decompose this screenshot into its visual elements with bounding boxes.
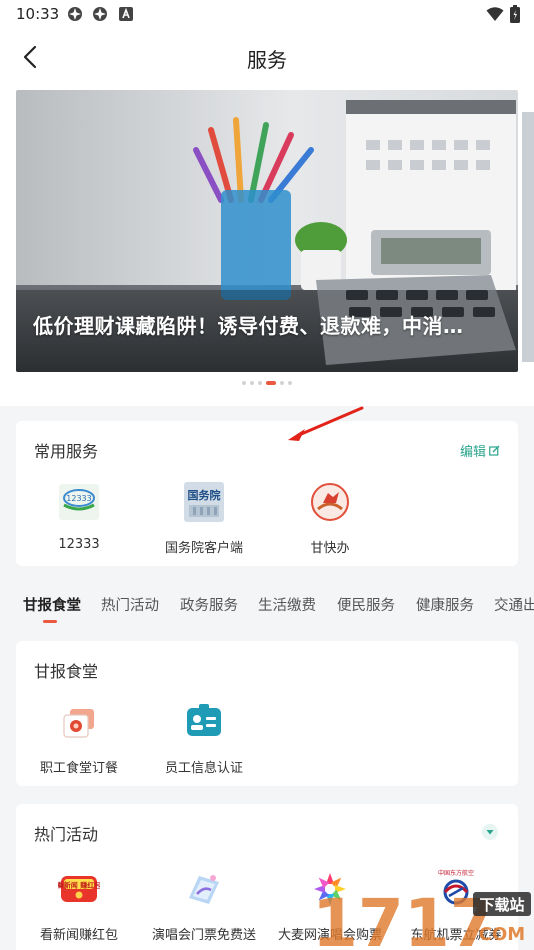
common-services-card: 常用服务 编辑 12333 12333 国务院 国务院客户端 甘快办: [16, 421, 518, 566]
watermark-sub: 下载站: [479, 896, 524, 914]
status-bar: 10:33: [0, 0, 534, 28]
tab-canteen[interactable]: 甘报食堂: [23, 594, 81, 615]
annotation-arrow-icon: [288, 406, 364, 441]
canteen-title: 甘报食堂: [34, 662, 99, 681]
tab-transport[interactable]: 交通出行: [494, 594, 534, 615]
carousel-dot[interactable]: [288, 381, 292, 385]
news-red-packet-icon: 看新闻 赚红包: [57, 876, 101, 902]
category-tabs: 甘报食堂 热门活动 政务服务 生活缴费 便民服务 健康服务 交通出行: [0, 586, 534, 626]
canteen-card: 甘报食堂 职工食堂订餐 员工信息认证: [16, 641, 518, 786]
id-card-icon: [187, 704, 221, 736]
carousel-dot-active[interactable]: [266, 381, 276, 385]
status-time: 10:33: [16, 5, 60, 23]
service-label: 甘快办: [310, 541, 350, 556]
common-services-title: 常用服务: [34, 442, 99, 461]
tab-government[interactable]: 政务服务: [180, 594, 238, 615]
app-notification-icon: [68, 7, 82, 21]
service-gankuaiban[interactable]: 甘快办: [255, 481, 405, 556]
battery-icon: [510, 5, 520, 23]
wifi-icon: [486, 7, 504, 21]
12333-logo-icon: 12333: [59, 484, 99, 520]
banner-carousel[interactable]: 低价理财课藏陷阱！诱导付费、退款难，中消…: [16, 90, 518, 372]
edit-button[interactable]: 编辑: [460, 441, 500, 460]
service-employee-verify[interactable]: 员工信息认证: [129, 701, 279, 776]
a-notification-icon: [119, 7, 133, 21]
service-label: 员工信息认证: [164, 761, 243, 776]
china-eastern-icon-text: 中国东方航空: [438, 869, 474, 877]
next-banner-peek: [522, 112, 534, 362]
edit-icon: [489, 445, 500, 456]
site-watermark-logo: 1717 下载站 COM: [312, 885, 531, 950]
carousel-dot[interactable]: [250, 381, 254, 385]
watermark-domain: COM: [479, 924, 525, 945]
edit-label: 编辑: [459, 445, 486, 460]
page-title: 服务: [247, 48, 287, 72]
tab-hot-activities[interactable]: 热门活动: [101, 594, 159, 615]
chevron-down-icon: [486, 830, 494, 835]
status-right: [486, 5, 520, 23]
gankuaiban-logo-icon: [311, 483, 349, 521]
nav-bar: 服务: [0, 28, 534, 86]
state-council-icon-text: 国务院: [188, 488, 221, 502]
tab-health[interactable]: 健康服务: [416, 594, 474, 615]
expand-button[interactable]: [482, 824, 498, 840]
hot-activities-title: 热门活动: [34, 825, 99, 844]
carousel-dot[interactable]: [258, 381, 262, 385]
carousel-dot[interactable]: [280, 381, 284, 385]
app-notification-icon: [93, 7, 107, 21]
svg-text:12333: 12333: [66, 494, 91, 503]
meal-order-icon: [63, 709, 94, 738]
carousel-indicator: [0, 381, 534, 385]
active-tab-indicator: [43, 620, 57, 623]
tab-utilities[interactable]: 生活缴费: [258, 594, 316, 615]
banner-caption: 低价理财课藏陷阱！诱导付费、退款难，中消…: [33, 314, 464, 338]
carousel-dot[interactable]: [242, 381, 246, 385]
watermark-digits: 1717: [312, 885, 496, 950]
concert-ticket-icon: [189, 875, 219, 904]
state-council-icon: 国务院: [184, 482, 224, 522]
news-red-packet-icon-text: 看新闻 赚红包: [58, 881, 100, 890]
tab-convenience[interactable]: 便民服务: [337, 594, 395, 615]
